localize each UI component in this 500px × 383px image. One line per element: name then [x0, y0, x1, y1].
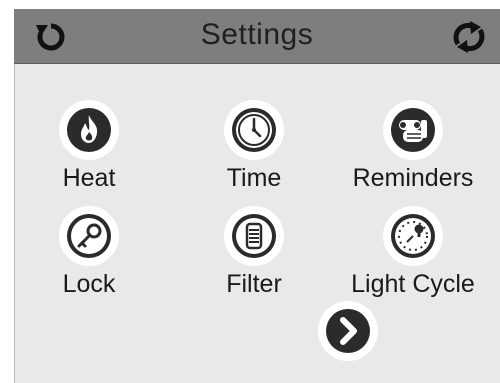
page-title: Settings [200, 18, 314, 51]
header-bar: Settings [14, 9, 500, 64]
chevron-right-icon [326, 309, 370, 353]
lock-label: Lock [62, 270, 116, 298]
clock-icon [224, 100, 284, 160]
sync-arrows-icon[interactable] [452, 20, 486, 54]
time-label: Time [226, 164, 282, 192]
flame-icon [59, 100, 119, 160]
filter-icon [224, 206, 284, 266]
filter-label: Filter [226, 270, 282, 298]
reminders-label: Reminders [352, 164, 474, 192]
heat-label: Heat [62, 164, 116, 192]
light-cycle-icon [383, 206, 443, 266]
time-button[interactable]: Time [179, 100, 329, 210]
light-cycle-label: Light Cycle [351, 270, 475, 298]
reminders-button[interactable]: Reminders [338, 100, 488, 210]
filter-button[interactable]: Filter [179, 206, 329, 316]
reminder-hand-icon [383, 100, 443, 160]
key-icon [59, 206, 119, 266]
back-rotate-icon[interactable] [34, 20, 68, 54]
next-page-button[interactable] [318, 301, 378, 361]
light-cycle-button[interactable]: Light Cycle [338, 206, 488, 316]
lock-button[interactable]: Lock [14, 206, 164, 316]
heat-button[interactable]: Heat [14, 100, 164, 210]
